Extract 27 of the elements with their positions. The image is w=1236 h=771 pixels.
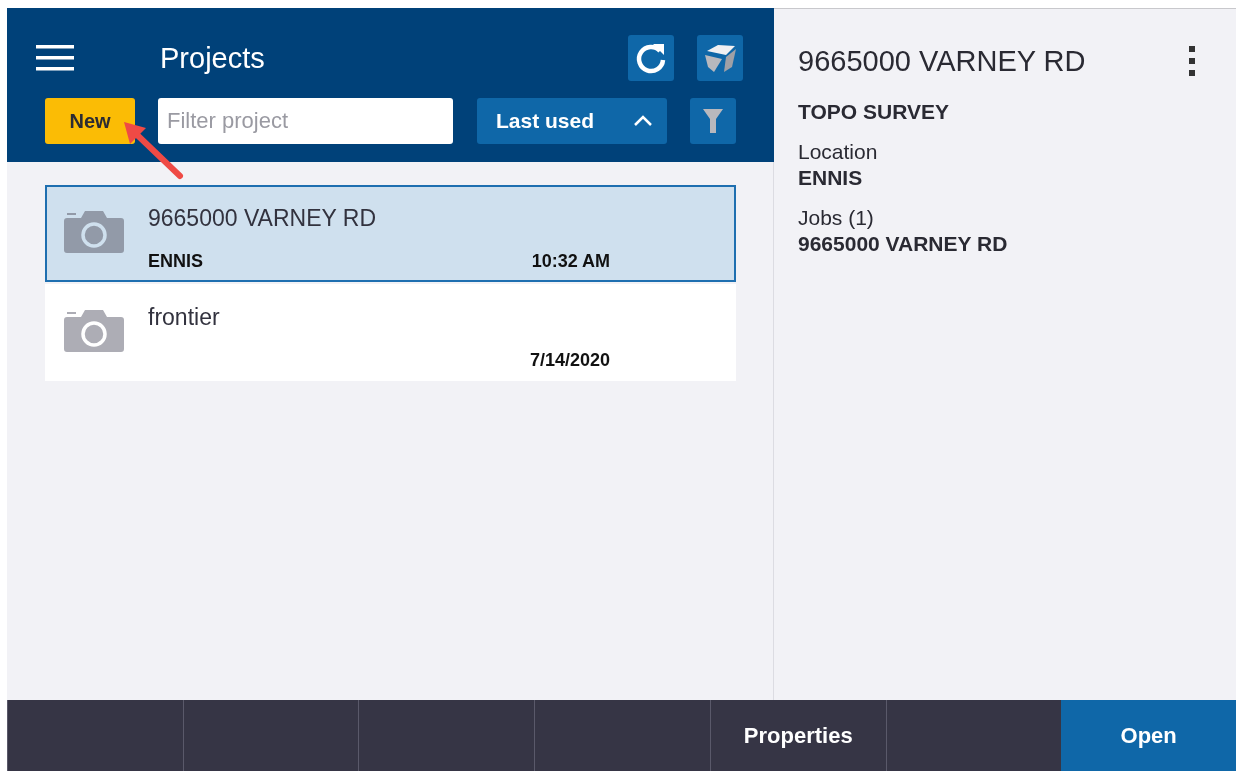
filter-field[interactable]: Filter project [158,98,453,144]
field-value: ENNIS [798,166,864,190]
refresh-icon [634,41,668,75]
refresh-button[interactable] [628,35,674,81]
project-location: ENNIS [148,251,204,273]
logo-button[interactable] [697,35,743,81]
sort-dropdown[interactable]: Last used [477,98,667,144]
project-title: 9665000 VARNEY RD [798,44,1087,78]
menu-icon[interactable] [36,45,74,71]
camera-icon [64,310,124,352]
filter-button[interactable] [690,98,736,144]
project-type: TOPO SURVEY [798,100,950,124]
project-row[interactable]: 9665000 VARNEY RD ENNIS 10:32 AM [45,185,736,282]
new-button[interactable]: New [45,98,135,144]
project-name: frontier [148,304,221,332]
open-button[interactable]: Open [1061,700,1236,771]
project-time: 7/14/2020 [529,350,610,372]
field-label: Location [798,140,879,164]
filter-icon [702,108,724,134]
page-title: Projects [160,41,266,75]
camera-icon [64,211,124,253]
project-name: 9665000 VARNEY RD [148,205,377,233]
field-label: Jobs (1) [798,206,875,230]
project-row[interactable]: frontier 7/14/2020 [45,284,736,381]
field-value: 9665000 VARNEY RD [798,232,1009,256]
more-icon[interactable] [1188,46,1196,76]
project-time: 10:32 AM [531,251,610,273]
